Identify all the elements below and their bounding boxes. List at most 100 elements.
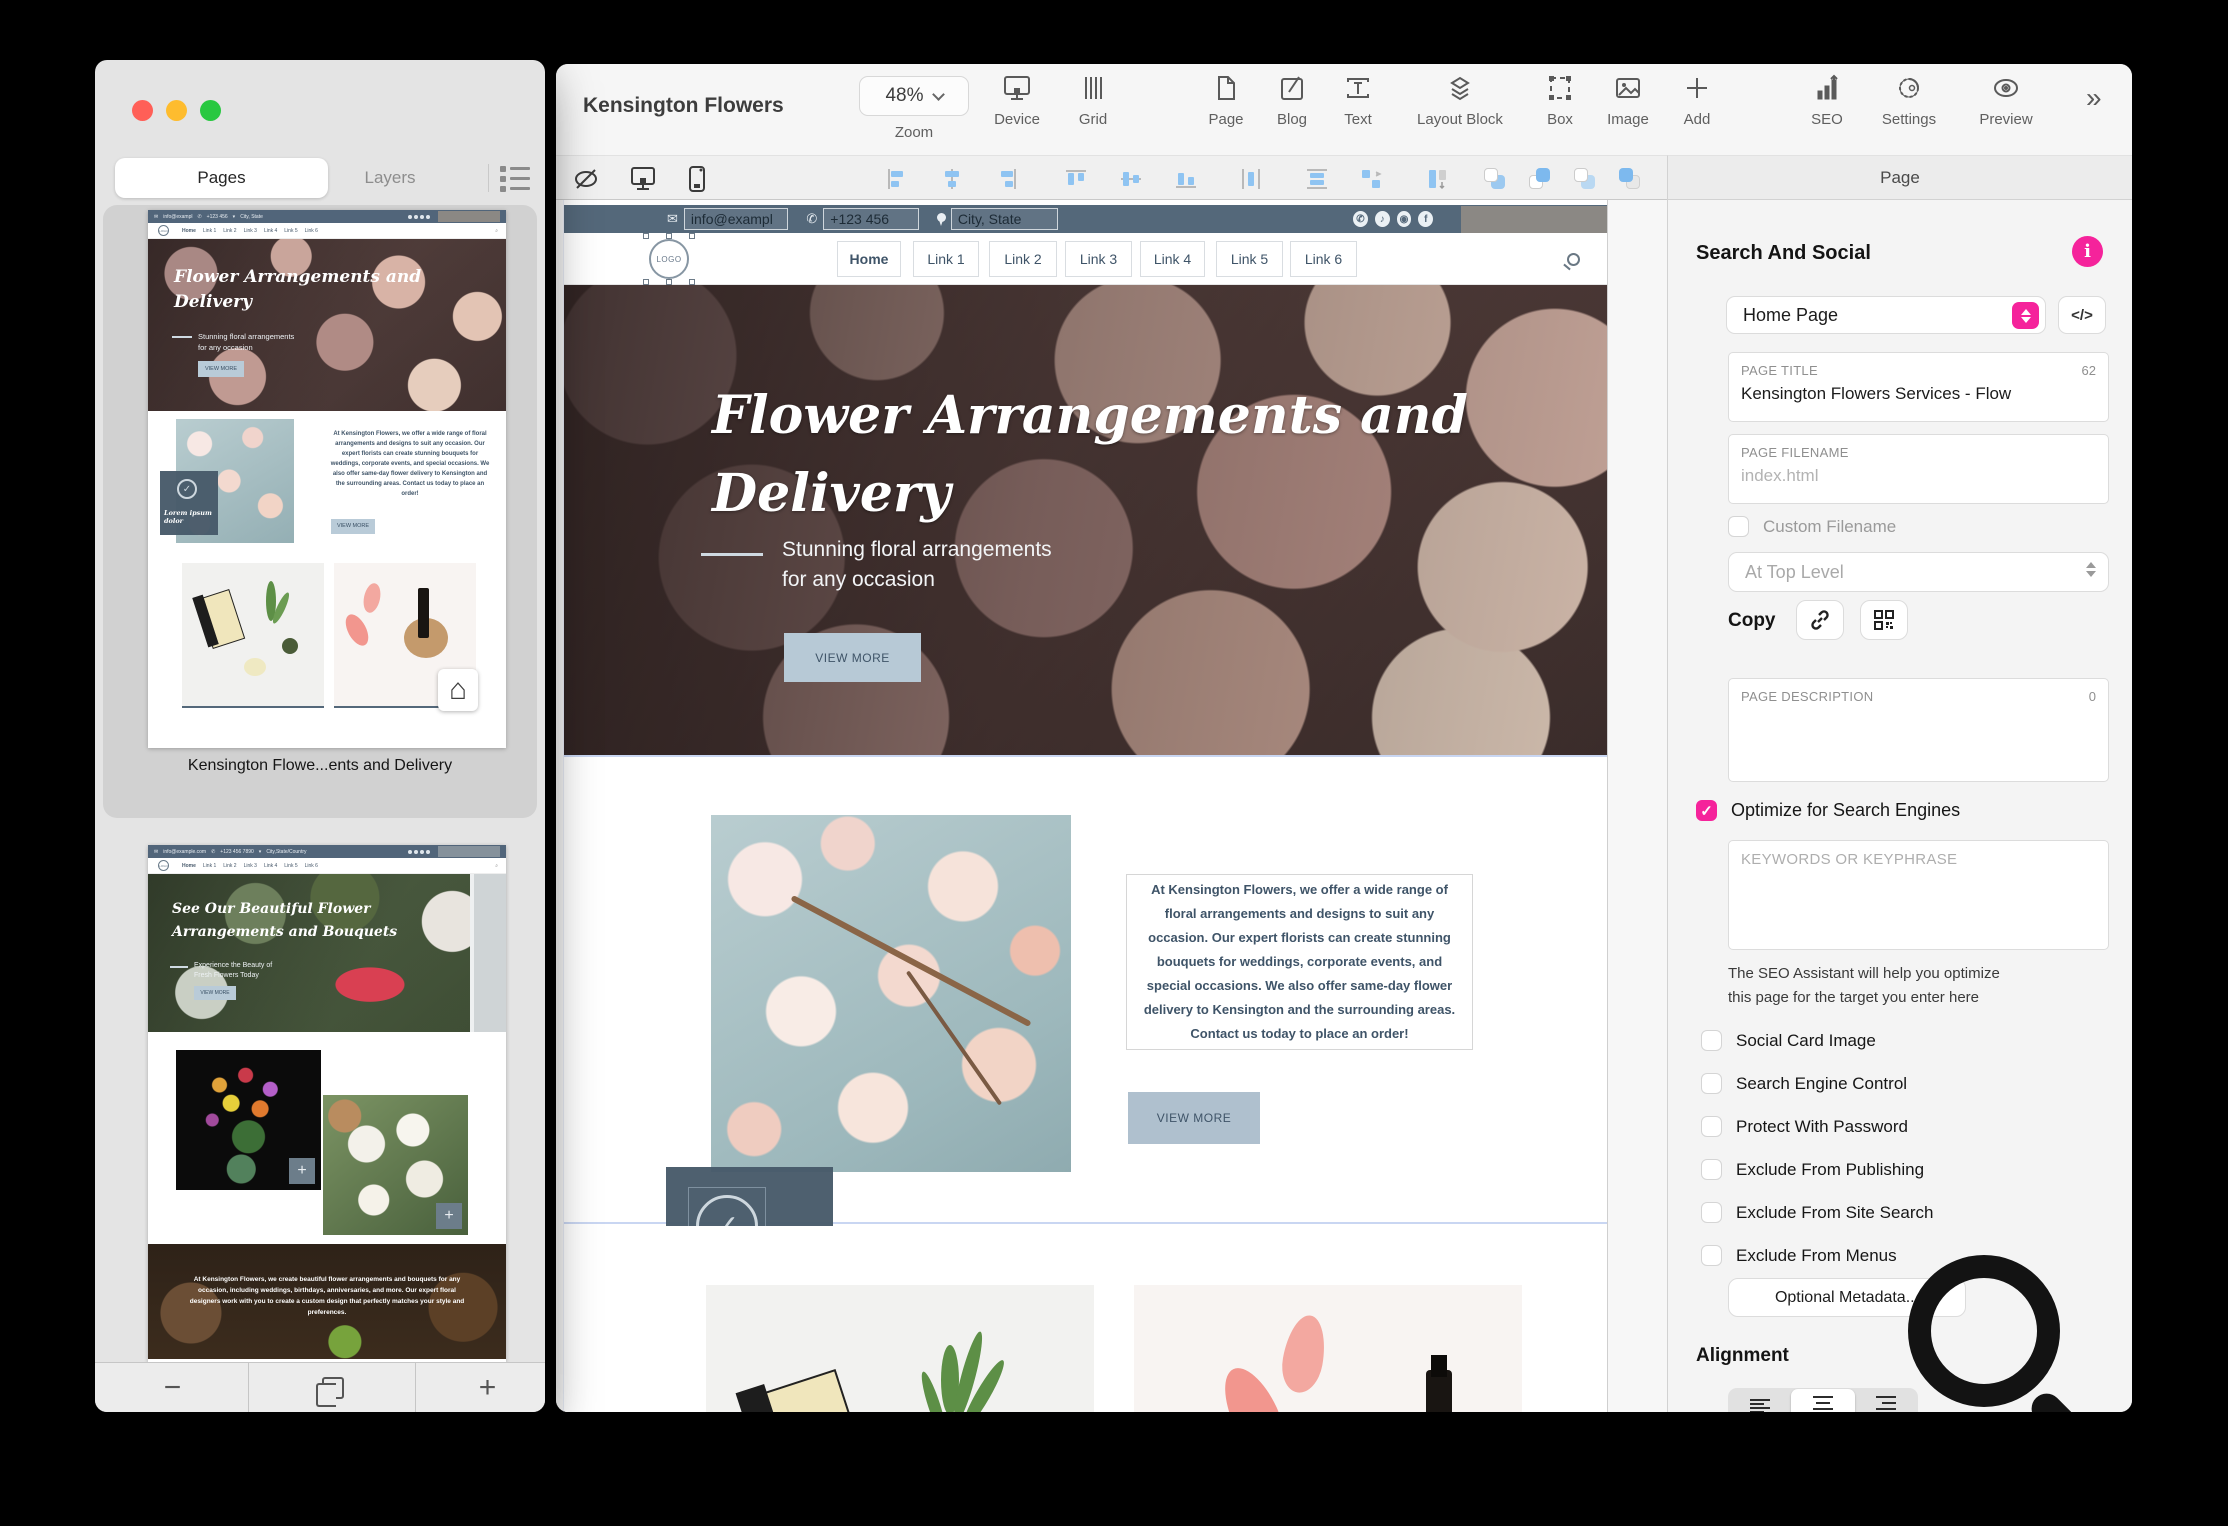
main-toolbar: Kensington Flowers 48% Zoom Device Grid … <box>556 64 2132 155</box>
page-type-select[interactable]: Home Page <box>1726 296 2046 334</box>
tiktok-icon[interactable]: ♪ <box>1375 211 1390 227</box>
page-filename-field[interactable]: PAGE FILENAME index.html <box>1728 434 2109 504</box>
nav-link-1[interactable]: Link 1 <box>913 241 979 277</box>
thumb2-nav: LOGO HomeLink 1Link 2Link 3Link 4Link 5L… <box>148 858 506 874</box>
logo-selected[interactable]: LOGO <box>646 236 692 282</box>
align-middle-v-icon[interactable] <box>1116 164 1146 194</box>
search-icon[interactable] <box>1567 253 1580 266</box>
hero-view-more-button[interactable]: VIEW MORE <box>784 633 921 682</box>
blossom-image[interactable] <box>711 815 1071 1172</box>
bring-to-front-icon[interactable] <box>1615 164 1645 194</box>
zoom-select[interactable]: 48% <box>859 76 969 116</box>
whatsapp-icon[interactable]: ✆ <box>1353 211 1368 227</box>
checkbox-icon <box>1701 1116 1722 1137</box>
info-icon[interactable]: i <box>2072 236 2103 267</box>
product-image-left[interactable] <box>706 1285 1094 1412</box>
custom-filename-checkbox[interactable]: Custom Filename <box>1728 516 1896 537</box>
social-card-image-checkbox[interactable]: Social Card Image <box>1701 1030 1876 1051</box>
align-bottom-icon[interactable] <box>1171 164 1201 194</box>
toolbar-add-button[interactable]: Add <box>1652 74 1742 128</box>
toolbar-preview-button[interactable]: Preview <box>1961 74 2051 128</box>
site-email-field[interactable]: info@exampl <box>684 208 788 230</box>
page-description-field[interactable]: PAGE DESCRIPTION 0 <box>1728 678 2109 782</box>
site-location-field[interactable]: City, State <box>951 208 1058 230</box>
qr-icon <box>1872 608 1896 632</box>
text-icon <box>1343 74 1373 107</box>
nav-link-2[interactable]: Link 2 <box>989 241 1057 277</box>
nav-link-home[interactable]: Home <box>837 241 901 277</box>
site-phone-field[interactable]: +123 456 <box>823 208 918 230</box>
align-center-h-icon[interactable] <box>937 164 967 194</box>
product-image-right[interactable] <box>1134 1285 1522 1412</box>
thumb-nav: LOGO HomeLink 1Link 2Link 3Link 4Link 5L… <box>148 223 506 239</box>
selected-placeholder-box[interactable] <box>1461 206 1607 233</box>
align-top-icon[interactable] <box>1061 164 1091 194</box>
add-page-button[interactable]: + <box>450 1363 525 1412</box>
code-button[interactable]: </> <box>2058 296 2106 334</box>
protect-with-password-checkbox[interactable]: Protect With Password <box>1701 1116 1908 1137</box>
remove-page-button[interactable]: − <box>135 1363 210 1412</box>
search-engine-control-checkbox[interactable]: Search Engine Control <box>1701 1073 1907 1094</box>
exclude-from-publishing-checkbox[interactable]: Exclude From Publishing <box>1701 1159 1924 1180</box>
toolbar-layout-block-button[interactable]: Layout Block <box>1415 74 1505 128</box>
page-item-2[interactable]: ✉info@example.com ✆+123 456 7890 ▾City,S… <box>148 845 506 1362</box>
send-to-back-icon[interactable] <box>1570 164 1600 194</box>
toolbar-overflow-button[interactable]: » <box>2086 82 2102 114</box>
stepper-icon <box>2012 302 2039 329</box>
page-item-selected[interactable]: ✉info@exampl ✆+123 456 ▾City, State LOGO… <box>103 205 537 818</box>
checkbox-icon <box>1701 1030 1722 1051</box>
zoom-button[interactable] <box>200 100 221 121</box>
exclude-from-site-search-checkbox[interactable]: Exclude From Site Search <box>1701 1202 1933 1223</box>
stepper-icon <box>2086 562 2096 577</box>
toolbar-settings-button[interactable]: Settings <box>1864 74 1954 128</box>
toolbar-grid-button[interactable]: Grid <box>1048 74 1138 128</box>
send-backward-icon[interactable] <box>1480 164 1510 194</box>
site-nav: LOGO Home Link 1 Link 2 Link 3 Link 4 Li… <box>564 233 1607 285</box>
thumb2-topbar: ✉info@example.com ✆+123 456 7890 ▾City,S… <box>148 845 506 858</box>
nav-link-4[interactable]: Link 4 <box>1140 241 1205 277</box>
page-title-field[interactable]: PAGE TITLE 62 Kensington Flowers Service… <box>1728 352 2109 422</box>
close-button[interactable] <box>132 100 153 121</box>
optimize-checkbox[interactable]: ✓ Optimize for Search Engines <box>1696 800 1960 821</box>
instagram-icon[interactable]: ◉ <box>1397 211 1412 227</box>
duplicate-page-button[interactable] <box>310 1363 355 1412</box>
mobile-view-icon[interactable] <box>682 164 712 194</box>
align-right-icon[interactable] <box>992 164 1022 194</box>
keywords-field[interactable]: KEYWORDS OR KEYPHRASE <box>1728 840 2109 950</box>
tab-layers[interactable]: Layers <box>340 158 440 198</box>
seo-help-text: The SEO Assistant will help you optimize… <box>1728 962 2098 1010</box>
about-view-more-button[interactable]: VIEW MORE <box>1128 1092 1260 1144</box>
hero-section[interactable]: Flower Arrangements and Delivery Stunnin… <box>564 285 1607 755</box>
palette-bottom-bar: − + <box>95 1362 545 1412</box>
align-left-icon[interactable] <box>882 164 912 194</box>
qr-code-button[interactable] <box>1860 600 1908 640</box>
hide-ui-eye-slash-icon[interactable] <box>571 164 601 194</box>
toolbar-seo-button[interactable]: SEO <box>1782 74 1872 128</box>
inspector-panel: Search And Social i Home Page </> PAGE T… <box>1667 200 2132 1412</box>
nav-link-5[interactable]: Link 5 <box>1216 241 1283 277</box>
list-view-icon[interactable] <box>500 166 530 192</box>
desktop-view-icon[interactable] <box>628 164 658 194</box>
nav-link-3[interactable]: Link 3 <box>1065 241 1132 277</box>
distribute-v-icon[interactable] <box>1302 164 1332 194</box>
about-text-box[interactable]: At Kensington Flowers, we offer a wide r… <box>1126 874 1473 1050</box>
checkbox-icon <box>1701 1202 1722 1223</box>
exclude-from-menus-checkbox[interactable]: Exclude From Menus <box>1701 1245 1897 1266</box>
page-thumbnail: ✉info@exampl ✆+123 456 ▾City, State LOGO… <box>148 210 506 748</box>
space-evenly-icon[interactable] <box>1356 164 1386 194</box>
hero-dash <box>701 553 763 556</box>
level-select[interactable]: At Top Level <box>1728 552 2109 592</box>
align-text-left-button[interactable] <box>1728 1388 1791 1412</box>
facebook-icon[interactable]: f <box>1418 211 1433 227</box>
bring-forward-icon[interactable] <box>1525 164 1555 194</box>
nav-link-6[interactable]: Link 6 <box>1290 241 1357 277</box>
minimize-button[interactable] <box>166 100 187 121</box>
toolbar-text-button[interactable]: Text <box>1313 74 1403 128</box>
resize-match-icon[interactable] <box>1422 164 1452 194</box>
map-pin-icon: ▾ <box>259 849 262 855</box>
hero-subtitle: Stunning floral arrangements for any occ… <box>782 535 1052 595</box>
tab-pages[interactable]: Pages <box>115 158 328 198</box>
distribute-h-icon[interactable] <box>1236 164 1266 194</box>
copy-link-button[interactable] <box>1796 600 1844 640</box>
align-text-center-button[interactable] <box>1791 1389 1854 1412</box>
